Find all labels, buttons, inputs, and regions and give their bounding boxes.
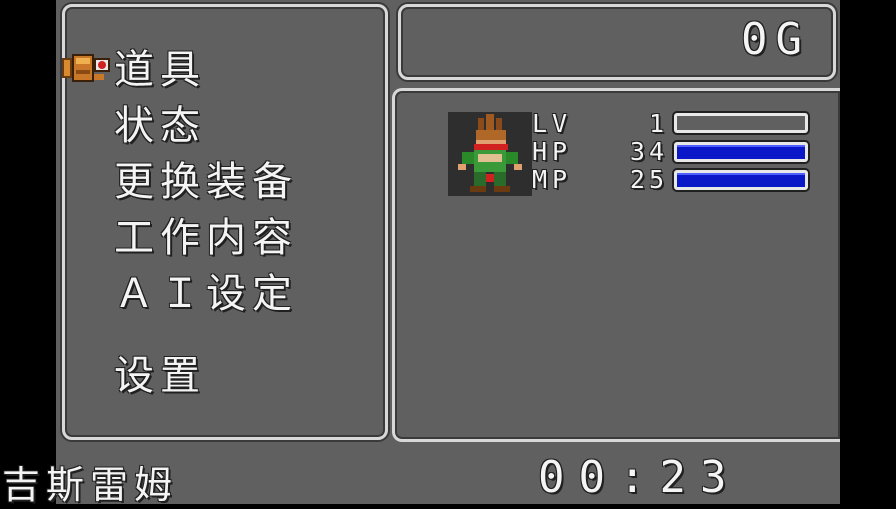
game-screen: 道具 状态 更换装备 工作内容 ＡＩ设定 设置 0G LV 1 HP 34 MP…	[56, 0, 840, 504]
hero-portrait-icon[interactable]	[448, 112, 532, 196]
mp-bar	[674, 170, 808, 190]
level-label: LV	[532, 109, 573, 138]
menu-item-ai-settings[interactable]: ＡＩ设定	[114, 272, 298, 316]
hp-label: HP	[532, 137, 573, 166]
gold-amount: 0G	[741, 14, 810, 65]
menu-item-settings[interactable]: 设置	[114, 354, 206, 398]
menu-item-items[interactable]: 道具	[114, 48, 206, 92]
menu-item-jobs[interactable]: 工作内容	[114, 216, 298, 260]
play-time: 00:23	[538, 452, 741, 503]
level-value: 1	[648, 109, 668, 138]
mp-bar-fill	[677, 173, 805, 187]
hp-value: 34	[629, 137, 668, 166]
menu-item-equipment[interactable]: 更换装备	[114, 160, 298, 204]
menu-item-status[interactable]: 状态	[114, 104, 206, 148]
mp-label: MP	[532, 165, 573, 194]
character-name: 吉斯雷姆	[2, 463, 179, 507]
mp-value: 25	[629, 165, 668, 194]
pointing-gauntlet-icon	[62, 54, 110, 82]
hp-bar-fill	[677, 145, 805, 159]
exp-bar	[674, 113, 808, 133]
hp-bar	[674, 142, 808, 162]
